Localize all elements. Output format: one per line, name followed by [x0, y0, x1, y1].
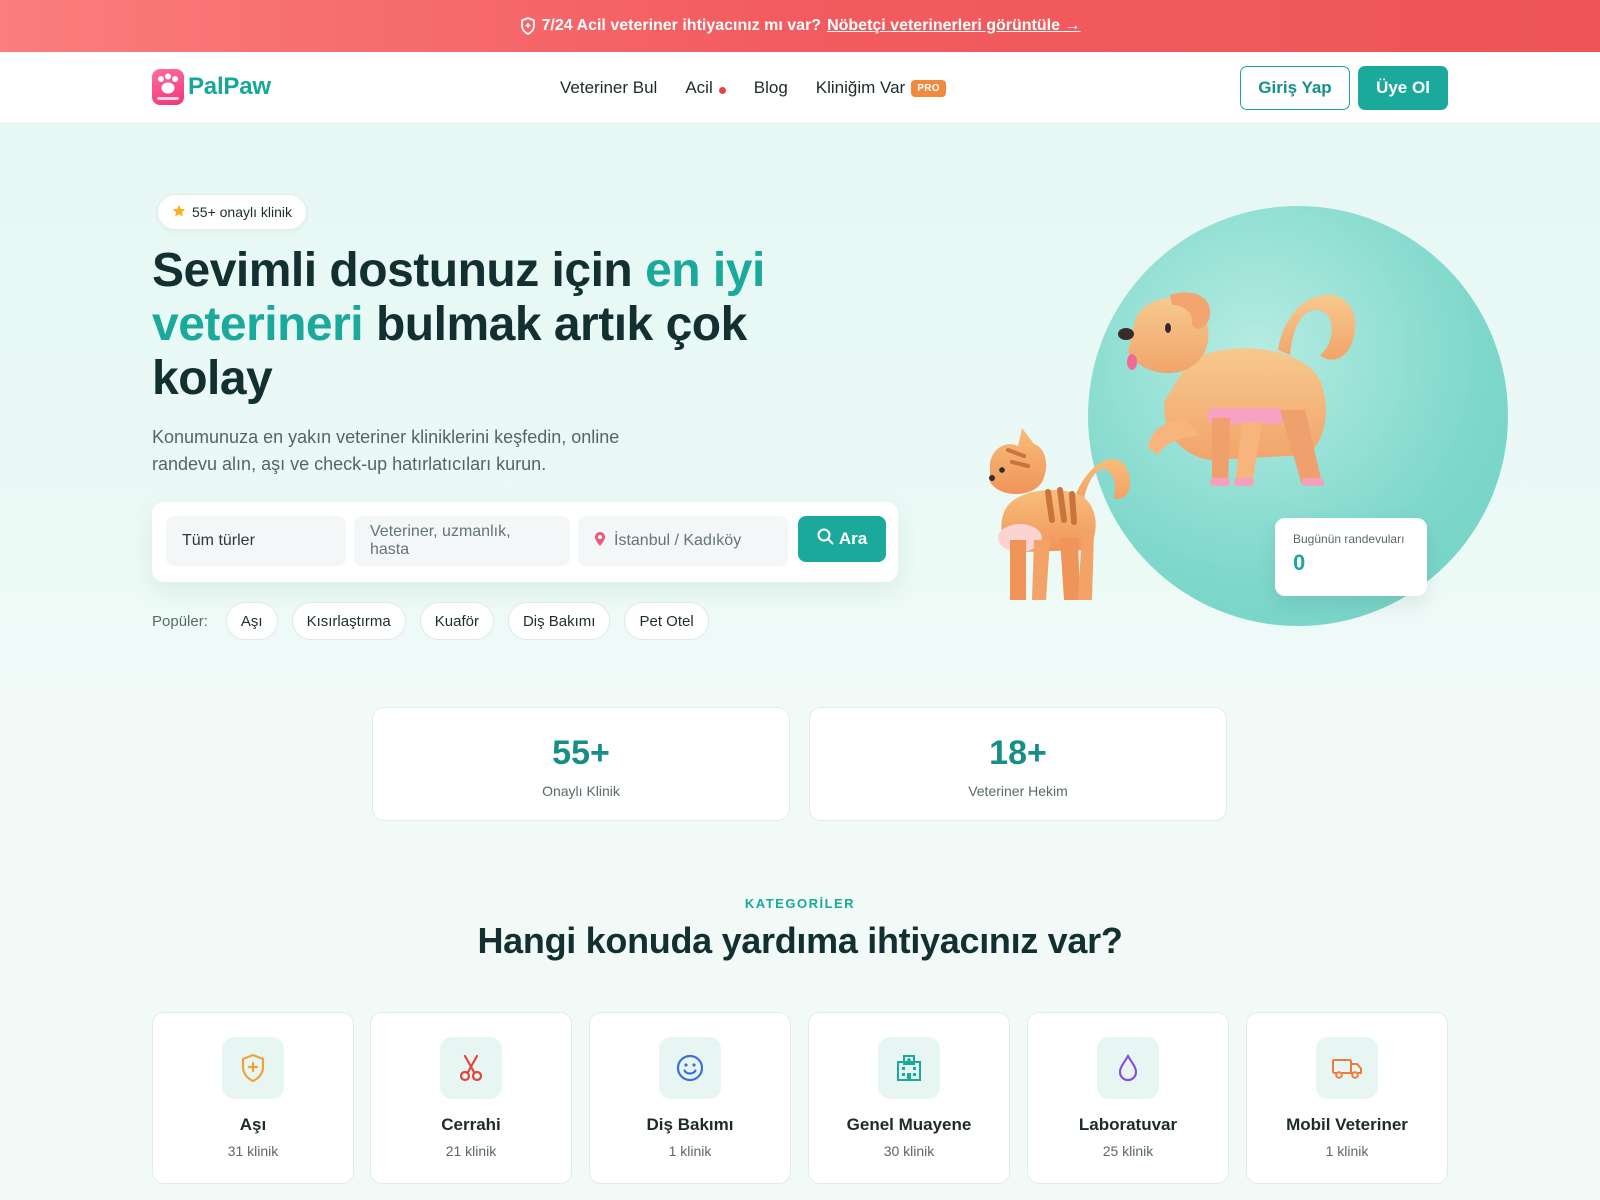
category-count: 1 klinik [668, 1143, 712, 1159]
category-card-vaccine[interactable]: Aşı 31 klinik [152, 1012, 354, 1184]
hero-title: Sevimli dostunuz için en iyi veterineri … [152, 244, 852, 406]
stat-value: 55+ [552, 734, 610, 772]
location-pin-icon [594, 531, 606, 552]
stat-label: Veteriner Hekim [968, 783, 1068, 799]
paw-logo-icon [152, 69, 184, 105]
search-button[interactable]: Ara [798, 516, 886, 562]
stat-card-clinics: 55+ Onaylı Klinik [372, 707, 790, 821]
species-value: Tüm türler [182, 532, 255, 549]
nav-label: Acil [685, 78, 713, 97]
category-count: 30 klinik [883, 1143, 935, 1159]
category-card-mobile[interactable]: Mobil Veteriner 1 klinik [1246, 1012, 1448, 1184]
login-button[interactable]: Giriş Yap [1240, 66, 1350, 110]
brand-name: PalPaw [188, 73, 271, 100]
verified-clinics-pill: 55+ onaylı klinik [157, 194, 308, 230]
scissors-icon [440, 1037, 502, 1099]
category-card-dental[interactable]: Diş Bakımı 1 klinik [589, 1012, 791, 1184]
register-button[interactable]: Üye Ol [1358, 66, 1448, 110]
smile-icon [659, 1037, 721, 1099]
category-name: Cerrahi [441, 1115, 501, 1134]
category-count: 25 klinik [1102, 1143, 1154, 1159]
category-name: Aşı [239, 1115, 267, 1134]
rating-text: 55+ onaylı klinik [192, 204, 293, 220]
emergency-vets-link[interactable]: Nöbetçi veterinerleri görüntüle → [827, 17, 1080, 35]
nav-find-vet[interactable]: Veteriner Bul [560, 78, 657, 98]
shield-plus-icon [222, 1037, 284, 1099]
appointments-count: 0 [1293, 550, 1306, 575]
search-icon [817, 528, 834, 550]
nav-emergency[interactable]: Acil [685, 78, 726, 98]
nav-label: Blog [753, 78, 788, 97]
search-input[interactable]: Veteriner, uzmanlık, hasta [354, 516, 570, 566]
location-input[interactable]: İstanbul / Kadıköy [578, 516, 788, 566]
announcement-text: 7/24 Acil veteriner ihtiyacınız mı var? [541, 17, 822, 34]
popular-searches: Popüler: Aşı Kısırlaştırma Kuaför Diş Ba… [152, 602, 709, 640]
announcement-bar: 7/24 Acil veteriner ihtiyacınız mı var? … [0, 0, 1600, 52]
live-indicator-dot [718, 86, 726, 94]
shield-icon [520, 17, 536, 35]
category-count: 31 klinik [227, 1143, 279, 1159]
truck-icon [1316, 1037, 1378, 1099]
categories-eyebrow: KATEGORİLER [744, 896, 856, 911]
species-select[interactable]: Tüm türler [166, 516, 346, 566]
popular-chip[interactable]: Pet Otel [624, 602, 709, 640]
site-header: PalPaw Veteriner Bul Acil Blog Kliniğim … [0, 52, 1600, 124]
main-nav: Veteriner Bul Acil Blog Kliniğim Var PRO [560, 52, 946, 124]
pro-badge: PRO [911, 79, 946, 97]
nav-label: Veteriner Bul [560, 78, 658, 97]
appointments-card: Bugünün randevuları 0 [1275, 518, 1427, 596]
category-card-lab[interactable]: Laboratuvar 25 klinik [1027, 1012, 1229, 1184]
hero-title-part: Sevimli dostunuz için [152, 244, 646, 297]
star-icon [172, 204, 186, 221]
popular-chip[interactable]: Aşı [225, 602, 278, 640]
category-name: Diş Bakımı [646, 1115, 734, 1134]
category-card-surgery[interactable]: Cerrahi 21 klinik [370, 1012, 572, 1184]
category-name: Genel Muayene [846, 1115, 972, 1134]
appointments-label: Bugünün randevuları [1293, 532, 1405, 546]
nav-blog[interactable]: Blog [754, 78, 788, 98]
categories-title: Hangi konuda yardıma ihtiyacınız var? [477, 920, 1123, 961]
category-name: Mobil Veteriner [1286, 1115, 1408, 1134]
logo[interactable]: PalPaw [152, 69, 271, 105]
popular-chip[interactable]: Kuaför [419, 602, 494, 640]
popular-chip[interactable]: Diş Bakımı [507, 602, 611, 640]
category-count: 21 klinik [445, 1143, 497, 1159]
search-button-label: Ara [838, 529, 868, 548]
hero-subtitle: Konumunuza en yakın veteriner klinikleri… [152, 427, 620, 474]
location-value: İstanbul / Kadıköy [614, 532, 742, 549]
popular-label: Popüler: [152, 612, 208, 630]
stat-card-vets: 18+ Veteriner Hekim [809, 707, 1227, 821]
hospital-icon [878, 1037, 940, 1099]
category-count: 1 klinik [1325, 1143, 1369, 1159]
stat-value: 18+ [989, 734, 1047, 772]
category-card-general[interactable]: Genel Muayene 30 klinik [808, 1012, 1010, 1184]
nav-label: Kliniğim Var [815, 78, 906, 97]
search-box: Tüm türler Veteriner, uzmanlık, hasta İs… [152, 502, 898, 582]
search-placeholder: Veteriner, uzmanlık, hasta [370, 523, 511, 558]
nav-clinic-owner[interactable]: Kliniğim Var PRO [816, 78, 946, 98]
category-name: Laboratuvar [1078, 1115, 1178, 1134]
stat-label: Onaylı Klinik [542, 783, 620, 799]
droplet-icon [1097, 1037, 1159, 1099]
popular-chip[interactable]: Kısırlaştırma [291, 602, 406, 640]
